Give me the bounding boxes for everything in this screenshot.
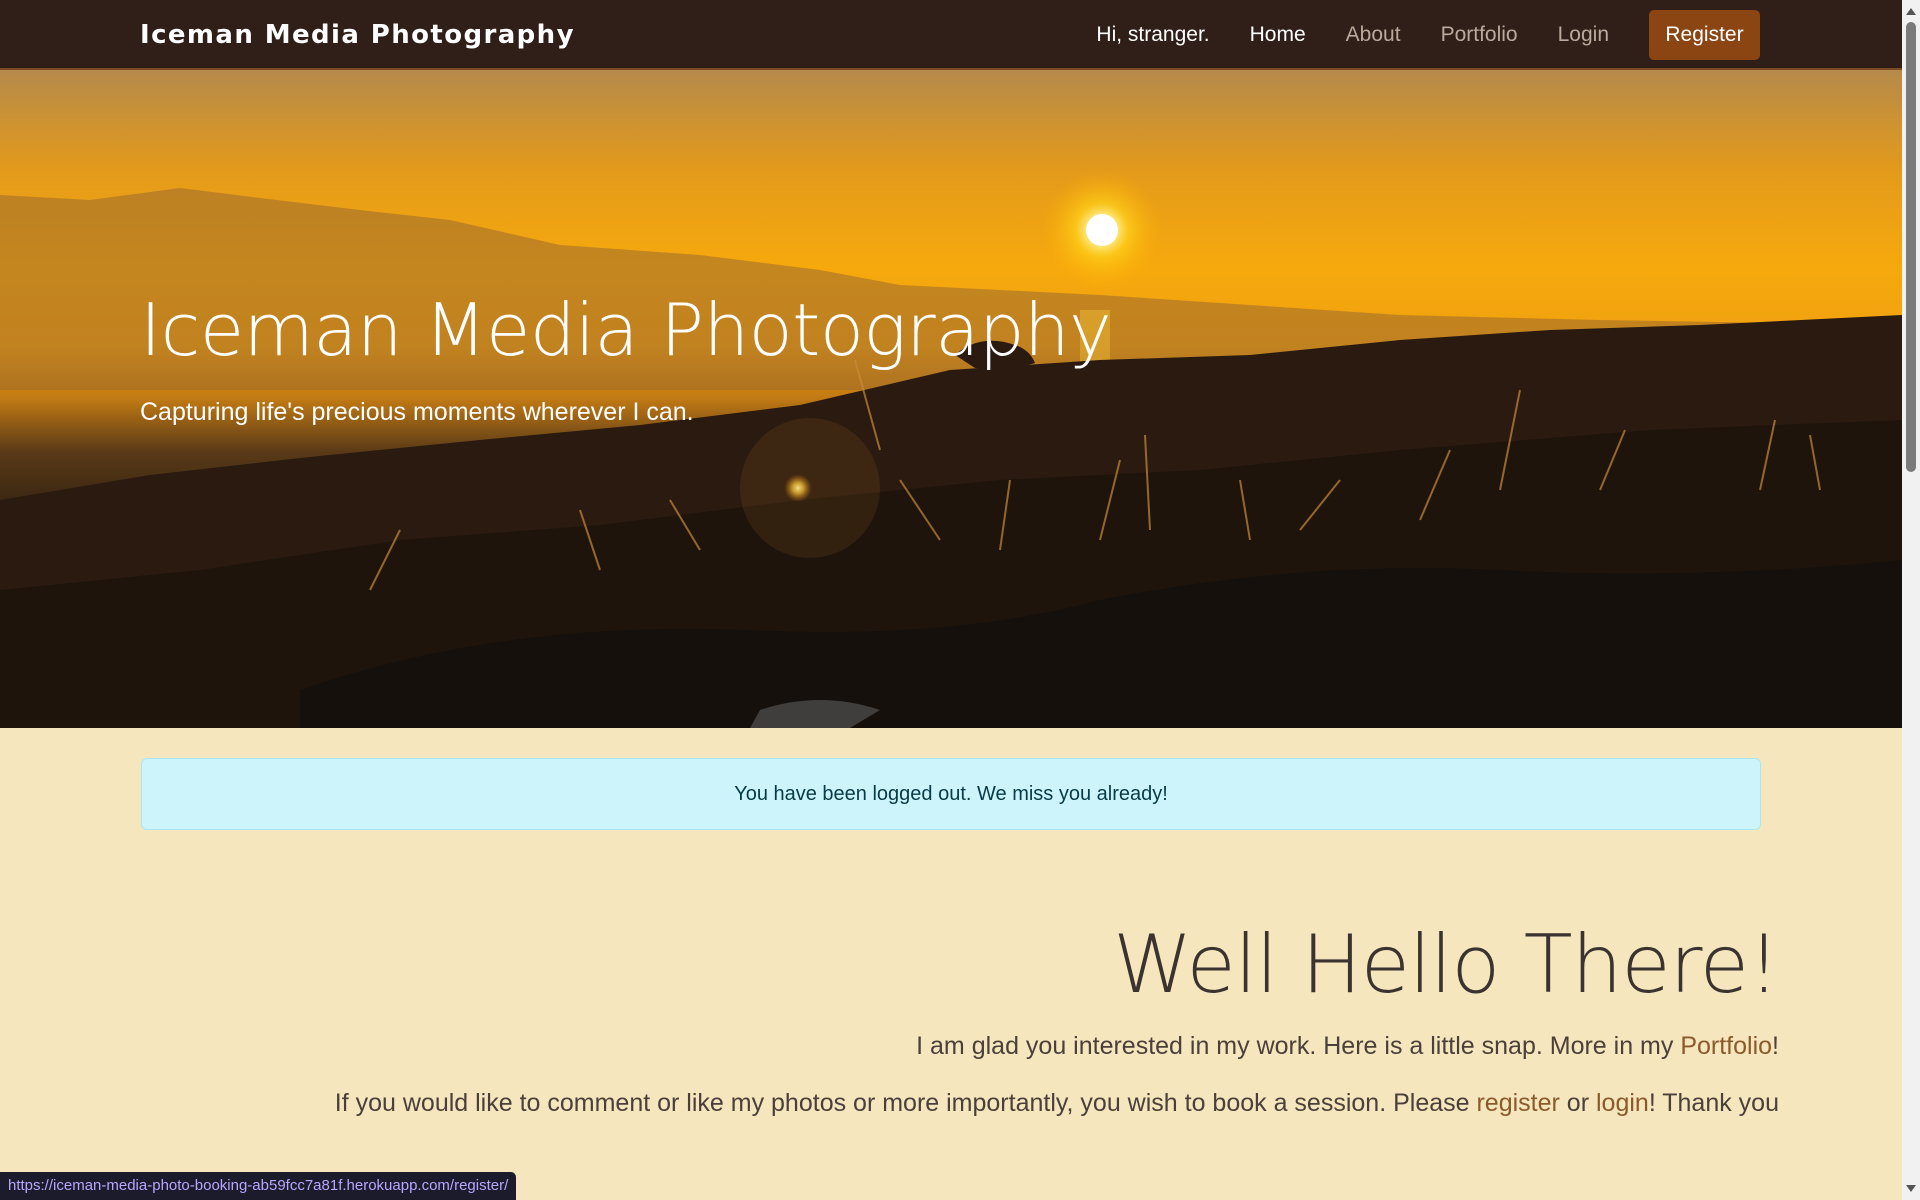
nav-link-about[interactable]: About — [1346, 23, 1401, 47]
welcome-line-booking: If you would like to comment or like my … — [179, 1089, 1779, 1118]
scrollbar-thumb[interactable] — [1906, 22, 1916, 472]
scroll-down-arrow-icon[interactable] — [1906, 1185, 1916, 1192]
register-link[interactable]: register — [1476, 1089, 1559, 1117]
register-button[interactable]: Register — [1649, 10, 1760, 60]
login-link[interactable]: login — [1596, 1089, 1649, 1117]
browser-status-bar: https://iceman-media-photo-booking-ab59f… — [0, 1172, 517, 1200]
welcome-heading: Well Hello There! — [1113, 918, 1780, 1011]
nav-greeting: Hi, stranger. — [1096, 23, 1210, 46]
scroll-up-arrow-icon[interactable] — [1906, 8, 1916, 15]
nav-link-portfolio[interactable]: Portfolio — [1441, 23, 1518, 47]
hero-title: Iceman Media Photography — [140, 288, 1112, 372]
logout-alert: You have been logged out. We miss you al… — [141, 758, 1761, 830]
welcome-text: I am glad you interested in my work. Her… — [916, 1032, 1681, 1060]
page-scrollbar[interactable] — [1902, 0, 1920, 1200]
brand-logo[interactable]: Iceman Media Photography — [140, 20, 575, 50]
welcome-text: or — [1559, 1089, 1596, 1117]
hero-banner: Iceman Media Photography Capturing life'… — [0, 70, 1902, 728]
welcome-text: ! Thank you — [1648, 1089, 1779, 1117]
welcome-text: If you would like to comment or like my … — [334, 1089, 1477, 1117]
welcome-line-portfolio: I am glad you interested in my work. Her… — [179, 1032, 1779, 1061]
nav-menu: Hi, stranger. Home About Portfolio Login… — [1096, 10, 1760, 60]
alert-message: You have been logged out. We miss you al… — [734, 782, 1168, 805]
hero-subtitle: Capturing life's precious moments wherev… — [140, 398, 694, 426]
top-navbar: Iceman Media Photography Hi, stranger. H… — [0, 0, 1902, 70]
portfolio-link[interactable]: Portfolio — [1680, 1032, 1772, 1060]
welcome-text: ! — [1772, 1032, 1779, 1060]
nav-link-home[interactable]: Home — [1250, 23, 1306, 47]
nav-link-login[interactable]: Login — [1558, 23, 1609, 47]
